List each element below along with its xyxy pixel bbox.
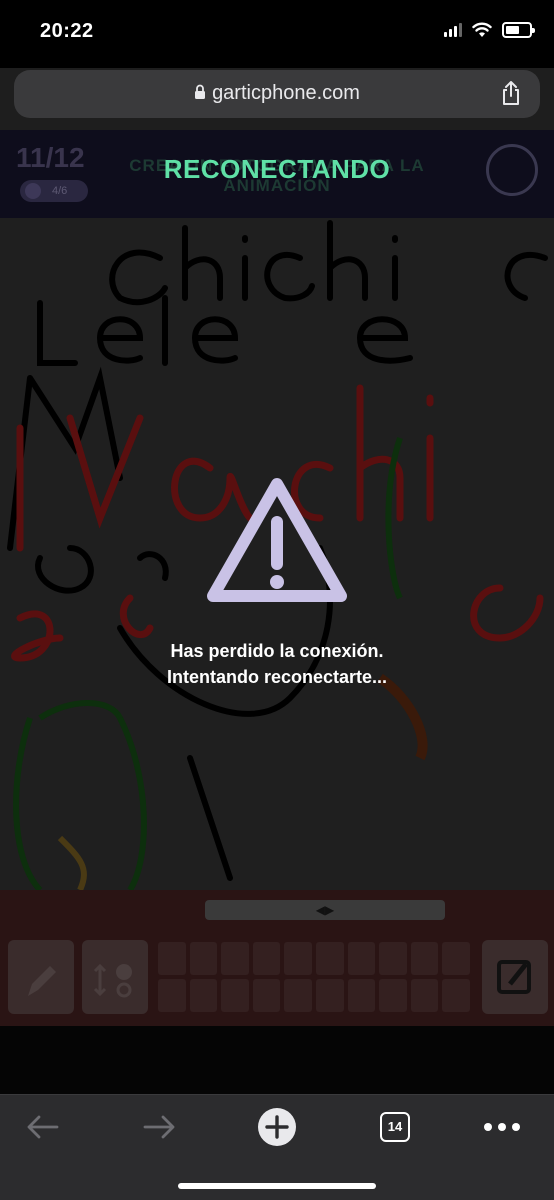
url-text: garticphone.com bbox=[212, 82, 360, 104]
back-button[interactable] bbox=[22, 1109, 62, 1145]
status-time: 20:22 bbox=[40, 20, 94, 42]
address-area: garticphone.com bbox=[0, 68, 554, 130]
new-tab-button[interactable] bbox=[256, 1108, 298, 1146]
share-icon[interactable] bbox=[500, 80, 522, 106]
warning-icon bbox=[207, 478, 347, 602]
forward-button[interactable] bbox=[140, 1109, 180, 1145]
lock-icon bbox=[195, 84, 206, 99]
more-button[interactable] bbox=[482, 1109, 522, 1145]
url-display[interactable]: garticphone.com bbox=[14, 82, 540, 105]
disconnect-message: Has perdido la conexión. Intentando reco… bbox=[0, 638, 554, 690]
more-icon bbox=[484, 1123, 520, 1131]
disconnect-line-1: Has perdido la conexión. bbox=[170, 641, 384, 661]
home-indicator bbox=[178, 1183, 376, 1189]
wifi-icon bbox=[472, 22, 492, 37]
forward-icon bbox=[143, 1115, 175, 1139]
address-bar[interactable]: garticphone.com bbox=[14, 70, 540, 118]
cellular-signal-icon bbox=[444, 23, 462, 37]
back-icon bbox=[27, 1115, 59, 1139]
browser-toolbar: 14 bbox=[0, 1094, 554, 1200]
disconnect-line-2: Intentando reconectarte... bbox=[166, 667, 388, 687]
battery-icon bbox=[502, 22, 535, 38]
tabs-button[interactable]: 14 bbox=[378, 1109, 412, 1145]
tab-count: 14 bbox=[380, 1112, 410, 1142]
status-icons bbox=[444, 22, 535, 38]
disconnect-overlay: Has perdido la conexión. Intentando reco… bbox=[0, 130, 554, 1094]
new-tab-icon bbox=[258, 1108, 296, 1146]
status-bar: 20:22 bbox=[0, 0, 554, 68]
